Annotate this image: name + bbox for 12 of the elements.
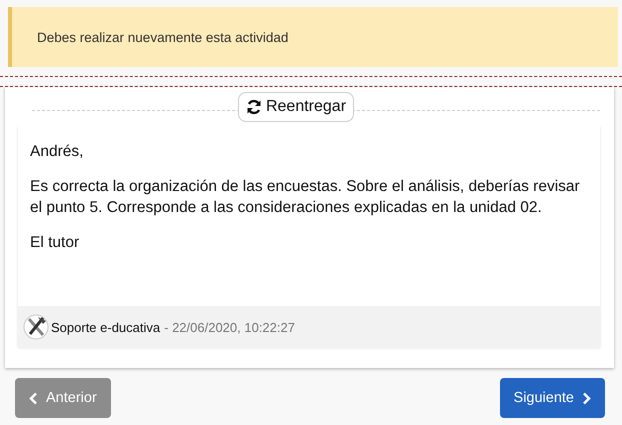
resubmit-button[interactable]: Reentregar	[238, 92, 354, 122]
next-button[interactable]: Siguiente	[500, 378, 605, 418]
tools-icon	[23, 313, 49, 341]
chevron-right-icon	[582, 392, 591, 404]
chevron-left-icon	[29, 392, 38, 404]
message-timestamp: - 22/06/2020, 10:22:27	[164, 320, 295, 334]
message-paragraph: Es correcta la organización de las encuestas. Sobre el análisis, deberías revisar el punto 5. Corresponde a las consideraciones explicadas en la unidad 02.	[30, 177, 581, 218]
refresh-icon	[246, 99, 262, 115]
author-name: Soporte e-ducativa	[51, 320, 160, 334]
alert-text: Debes realizar nuevamente esta actividad	[37, 30, 288, 44]
message-paragraph: El tutor	[30, 233, 80, 253]
message-paragraph: Andrés,	[30, 142, 84, 162]
